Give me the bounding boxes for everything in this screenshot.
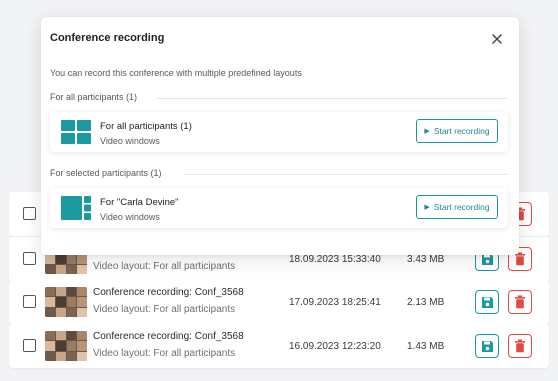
row-checkbox[interactable] [23, 207, 36, 220]
recording-layout: Video layout: For all participants [93, 261, 236, 272]
layout-name: For all participants (1) [100, 121, 192, 132]
save-button[interactable] [475, 334, 499, 358]
section-label-selected: For selected participants (1) [50, 168, 162, 178]
play-icon: ▶ [424, 128, 430, 135]
focus-layout-icon [61, 196, 91, 225]
layout-type: Video windows [100, 136, 160, 146]
row-checkbox[interactable] [23, 339, 36, 352]
save-button[interactable] [475, 290, 499, 314]
layout-card-all-participants: For all participants (1) Video windows ▶… [50, 112, 508, 152]
start-recording-button[interactable]: ▶ Start recording [416, 195, 498, 219]
delete-button[interactable] [508, 334, 532, 358]
layout-card-selected-participant: For "Carla Devine" Video windows ▶ Start… [50, 188, 508, 228]
recording-name: Conference recording: Conf_3568 [93, 331, 244, 342]
recording-row: Conference recording: Conf_3568 Video la… [9, 280, 549, 324]
recording-date: 16.09.2023 12:23:20 [289, 341, 381, 352]
start-recording-label: Start recording [433, 126, 490, 136]
recording-thumbnail [45, 331, 87, 361]
conference-recording-dialog: Conference recording You can record this… [41, 17, 519, 255]
recording-thumbnail [45, 287, 87, 317]
recording-date: 18.09.2023 15:33:40 [289, 254, 381, 265]
recording-layout: Video layout: For all participants [93, 348, 236, 359]
recording-name: Conference recording: Conf_3568 [93, 287, 244, 298]
recording-layout: Video layout: For all participants [93, 304, 236, 315]
start-recording-label: Start recording [433, 202, 490, 212]
layout-type: Video windows [100, 212, 160, 222]
dialog-description: You can record this conference with mult… [50, 68, 302, 78]
close-icon [492, 34, 502, 44]
layout-name: For "Carla Devine" [100, 197, 179, 208]
row-checkbox[interactable] [23, 252, 36, 265]
row-checkbox[interactable] [23, 295, 36, 308]
save-icon [481, 340, 493, 352]
trash-icon [515, 295, 525, 309]
section-divider [183, 174, 508, 175]
save-icon [481, 296, 493, 308]
dialog-title: Conference recording [50, 32, 165, 44]
start-recording-button[interactable]: ▶ Start recording [416, 119, 498, 143]
recording-row: Conference recording: Conf_3568 Video la… [9, 324, 549, 368]
play-icon: ▶ [424, 204, 430, 211]
recording-date: 17.09.2023 18:25:41 [289, 297, 381, 308]
recording-size: 2.13 MB [407, 297, 445, 308]
close-button[interactable] [488, 30, 506, 48]
section-label-all: For all participants (1) [50, 92, 138, 102]
section-divider [156, 98, 508, 99]
recording-size: 3.43 MB [407, 254, 445, 265]
recording-size: 1.43 MB [407, 341, 445, 352]
trash-icon [515, 339, 525, 353]
delete-button[interactable] [508, 290, 532, 314]
grid-layout-icon [61, 120, 91, 149]
